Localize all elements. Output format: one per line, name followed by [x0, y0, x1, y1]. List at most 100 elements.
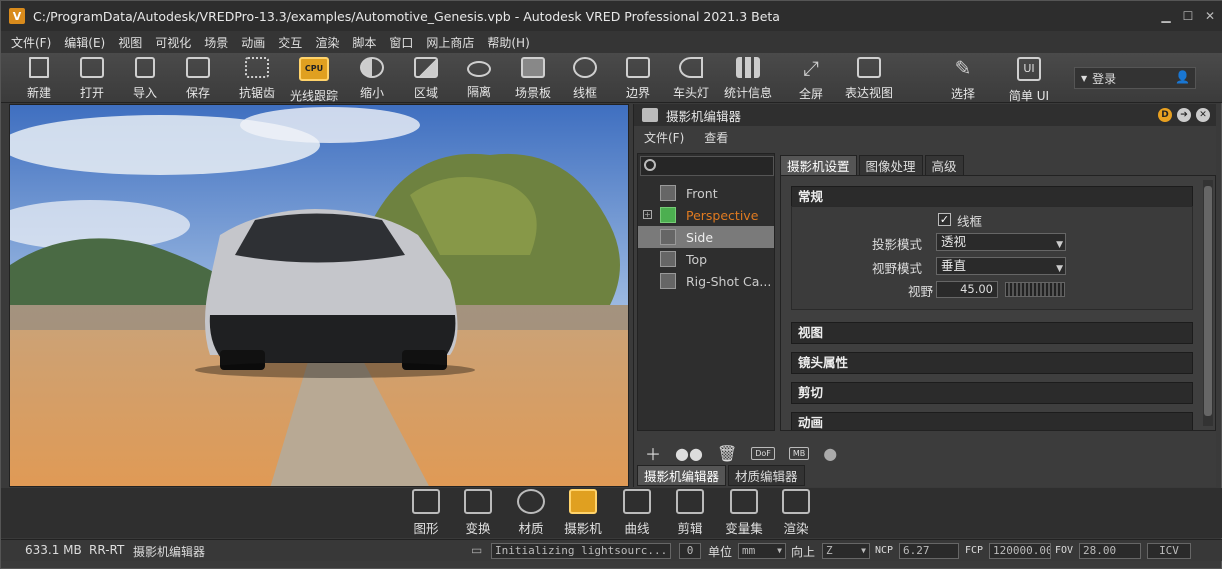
menu-render[interactable]: 渲染 [315, 34, 339, 51]
up-axis-select[interactable]: Z ▼ [822, 543, 870, 559]
add-camera-icon[interactable]: ＋ [645, 441, 661, 465]
section-view[interactable]: 视图 [791, 322, 1193, 344]
camera-search-input[interactable] [640, 156, 774, 176]
icv-button[interactable]: ICV [1147, 543, 1191, 559]
unit-label: 单位 [708, 545, 733, 559]
section-lens[interactable]: 镜头属性 [791, 352, 1193, 374]
tab-camera-settings[interactable]: 摄影机设置 [780, 155, 857, 175]
save-button[interactable]: 保存 [172, 55, 224, 101]
minimize-button[interactable]: ▁ [1159, 9, 1173, 23]
menu-interaction[interactable]: 交互 [278, 34, 302, 51]
dock-d-icon[interactable]: D [1158, 108, 1172, 122]
login-dropdown[interactable]: ▼ 登录 👤 [1074, 67, 1196, 89]
panel-close-icon[interactable]: ✕ [1196, 108, 1210, 122]
expand-icon[interactable]: + [643, 210, 652, 219]
tree-item-side[interactable]: Side [638, 226, 774, 248]
module-material[interactable]: 材质 [508, 489, 554, 537]
module-clips[interactable]: 剪辑 [667, 489, 713, 537]
menu-visualization[interactable]: 可视化 [155, 34, 191, 51]
tab-material-editor[interactable]: 材质编辑器 [728, 465, 805, 486]
save-icon [186, 57, 210, 78]
zoom-out-button[interactable]: 缩小 [346, 55, 398, 101]
tree-item-front[interactable]: Front [638, 182, 774, 204]
module-transform[interactable]: 变换 [455, 489, 501, 537]
cpu-icon: CPU [299, 57, 329, 81]
open-button[interactable]: 打开 [66, 55, 118, 101]
duplicate-icon[interactable]: ●● [675, 444, 703, 463]
region-button[interactable]: 区域 [400, 55, 452, 101]
fov-input[interactable]: 45.00 [936, 281, 998, 298]
tab-image-processing[interactable]: 图像处理 [858, 155, 923, 175]
arrow-right-icon[interactable]: ➔ [1177, 108, 1191, 122]
panel-menu-view[interactable]: 查看 [704, 129, 728, 146]
headlight-button[interactable]: 车头灯 [665, 55, 717, 101]
panel-menu-file[interactable]: 文件(F) [644, 129, 684, 146]
tree-item-rig-shot[interactable]: Rig-Shot Ca... [638, 270, 774, 292]
new-button[interactable]: 新建 [13, 55, 65, 101]
log-output[interactable]: Initializing lightsourc... [491, 543, 671, 559]
menu-script[interactable]: 脚本 [352, 34, 376, 51]
render-viewport[interactable] [9, 104, 629, 487]
tab-advanced[interactable]: 高级 [924, 155, 964, 175]
select-button[interactable]: ✎ 选择 [937, 55, 989, 101]
menu-file[interactable]: 文件(F) [11, 34, 51, 51]
section-general[interactable]: 常规 [791, 186, 1193, 208]
message-counter[interactable]: 0 [679, 543, 701, 559]
fov-mode-select[interactable]: 垂直 ▼ [936, 257, 1066, 275]
wireframe-button[interactable]: 线框 [559, 55, 611, 101]
material-balls-icon [517, 489, 545, 514]
close-button[interactable]: ✕ [1203, 9, 1217, 23]
tree-item-top[interactable]: Top [638, 248, 774, 270]
fov-label: 视野 [908, 284, 934, 299]
import-icon [135, 57, 155, 78]
tab-camera-editor[interactable]: 摄影机编辑器 [637, 465, 727, 486]
menu-edit[interactable]: 编辑(E) [64, 34, 105, 51]
import-button[interactable]: 导入 [119, 55, 171, 101]
section-clipping[interactable]: 剪切 [791, 382, 1193, 404]
projection-select[interactable]: 透视 ▼ [936, 233, 1066, 251]
wireframe-label: 线框 [957, 214, 983, 229]
isolate-button[interactable]: 隔离 [453, 55, 505, 101]
presentation-view-button[interactable]: 表达视图 [843, 55, 895, 101]
fullscreen-button[interactable]: ⤢ 全屏 [785, 55, 837, 101]
module-curves[interactable]: 曲线 [614, 489, 660, 537]
fcp-input[interactable]: 120000.00 [989, 543, 1051, 559]
bounding-button[interactable]: 边界 [612, 55, 664, 101]
record-icon[interactable]: ● [823, 444, 837, 463]
motion-blur-button[interactable]: MB [788, 446, 810, 460]
camera-tools: ＋ ●● 🗑 DoF MB ● [637, 441, 1215, 465]
status-bar: 633.1 MB RR-RT 摄影机编辑器 ▭ Initializing lig… [1, 539, 1222, 561]
menu-window[interactable]: 窗口 [389, 34, 413, 51]
unit-select[interactable]: mm ▼ [738, 543, 786, 559]
fov-status-input[interactable]: 28.00 [1079, 543, 1141, 559]
camera-group-icon [660, 207, 676, 223]
menu-view[interactable]: 视图 [118, 34, 142, 51]
menu-store[interactable]: 网上商店 [426, 34, 474, 51]
statistics-button[interactable]: 统计信息 [722, 55, 774, 101]
delete-trash-icon[interactable]: 🗑 [717, 444, 737, 463]
module-camera[interactable]: 摄影机 [560, 489, 606, 537]
tree-item-perspective[interactable]: + Perspective [638, 204, 774, 226]
simple-ui-button[interactable]: UI 简单 UI [1003, 55, 1055, 103]
sceneplate-button[interactable]: 场景板 [507, 55, 559, 101]
module-render[interactable]: 渲染 [773, 489, 819, 537]
section-animation[interactable]: 动画 [791, 412, 1193, 430]
camera-node-icon [660, 185, 676, 201]
menu-help[interactable]: 帮助(H) [487, 34, 529, 51]
module-graph[interactable]: 图形 [403, 489, 449, 537]
menu-scene[interactable]: 场景 [204, 34, 228, 51]
search-icon [644, 159, 656, 171]
wireframe-checkbox[interactable]: ✓ [938, 213, 951, 226]
raytracing-button[interactable]: CPU 光线跟踪 [288, 55, 340, 103]
menu-animation[interactable]: 动画 [241, 34, 265, 51]
props-scrollbar[interactable] [1203, 180, 1213, 426]
terminal-icon[interactable]: ▭ [471, 543, 482, 557]
ncp-input[interactable]: 6.27 [899, 543, 959, 559]
fov-slider[interactable] [1005, 282, 1065, 297]
module-variant-sets[interactable]: 变量集 [721, 489, 767, 537]
maximize-button[interactable]: ☐ [1181, 9, 1195, 23]
scroll-thumb[interactable] [1204, 186, 1212, 416]
dof-button[interactable]: DoF [751, 446, 775, 460]
region-icon [414, 57, 438, 78]
antialias-button[interactable]: 抗锯齿 [231, 55, 283, 101]
